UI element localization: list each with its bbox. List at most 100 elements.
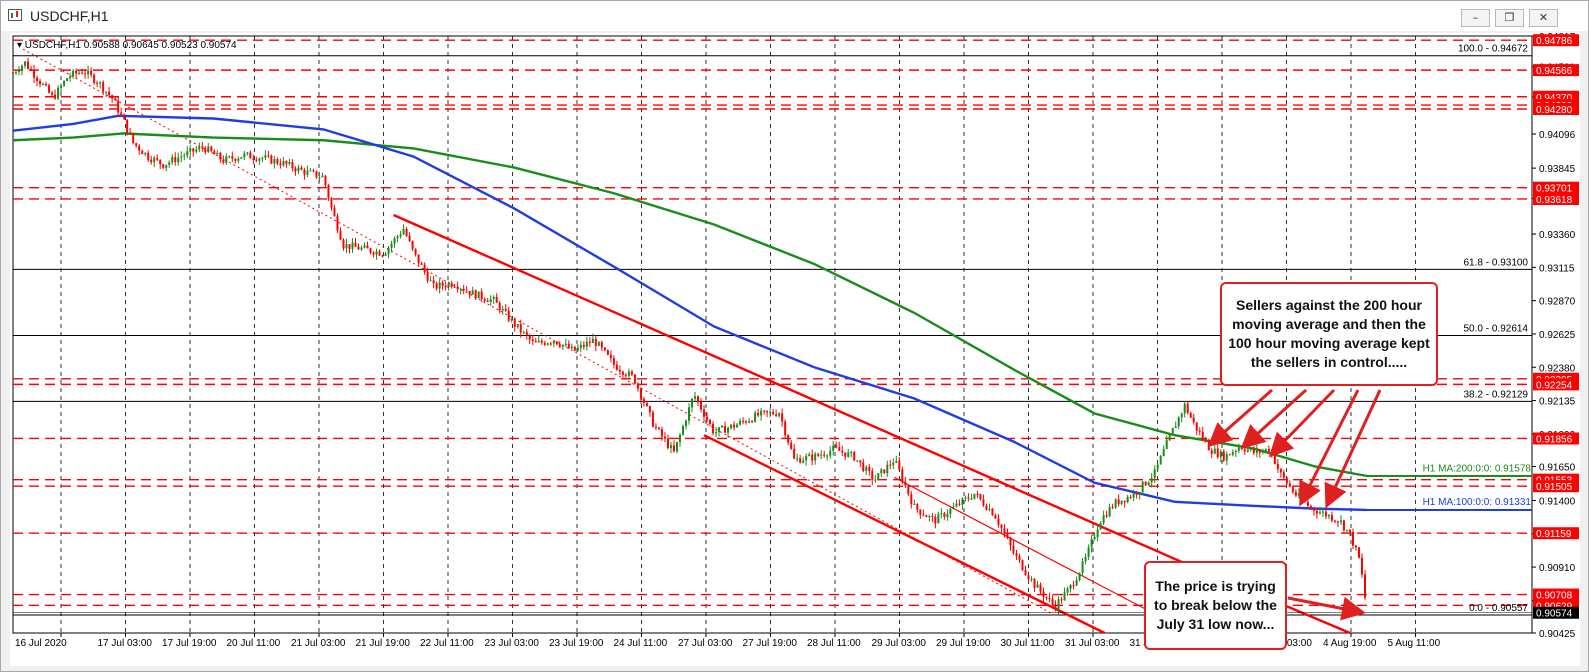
candle-body [546,343,549,345]
candle-body [775,414,778,416]
candle-body [495,296,498,303]
candle-body [621,371,624,375]
level-price-tag-label: 0.94566 [1536,66,1573,77]
candle-body [703,409,706,417]
terminal-window: USDCHF,H1 – ❐ ✕ 16 Jul 2020 17 Jul 03:00 1… [0,0,1589,672]
candle-body [1162,449,1165,457]
candle-body [108,91,111,96]
candle-body [952,506,955,509]
candle-body [237,158,240,161]
chart-ohlc-header: ▾ USDCHF,H1 0.90588 0.90645 0.90523 0.90… [17,40,237,51]
candle-body [700,401,703,410]
fibonacci-level-label: 100.0 - 0.94672 [1458,44,1528,55]
candle-body [12,72,14,74]
chart-window-icon [8,9,22,21]
candle-body [910,494,913,505]
candle-body [99,82,102,84]
candle-body [916,503,919,510]
candle-body [51,92,54,95]
candle-body [642,398,645,404]
candle-body [1294,491,1297,496]
candle-body [943,513,946,517]
price-tick-label: 0.92380 [1539,363,1576,374]
candle-body [588,341,591,344]
candle-body [255,159,258,161]
candle-body [1318,512,1321,514]
candle-body [745,421,748,423]
candle-body [940,513,943,515]
candle-body [312,170,315,172]
annotation-ma-sellers-text: Sellers against the 200 hour moving aver… [1228,297,1430,370]
date-tick-label: 4 Aug 19:00 [1323,638,1377,649]
candle-body [141,150,144,155]
candle-body [991,508,994,516]
candle-body [724,425,727,433]
candle-body [102,82,105,92]
candle-body [81,72,84,74]
candle-body [841,450,844,453]
close-button[interactable]: ✕ [1529,9,1558,27]
candle-body [675,442,678,452]
candle-body [1180,413,1183,418]
candle-body [432,280,435,284]
candle-body [1285,477,1288,484]
candle-body [564,343,567,345]
candle-body [567,343,570,349]
candle-body [561,344,564,347]
candle-body [441,282,444,286]
candle-body [18,70,21,73]
candle-body [147,152,150,160]
candle-body [555,341,558,345]
candle-body [1114,499,1117,508]
candle-body [1279,469,1282,473]
candle-body [354,242,357,247]
candle-body [802,460,805,463]
candle-body [715,432,718,434]
level-price-tag-label: 0.93618 [1536,195,1573,206]
candle-body [42,84,45,86]
restore-button[interactable]: ❐ [1495,9,1524,27]
candle-body [510,319,513,321]
candle-body [231,156,234,159]
minimize-button[interactable]: – [1461,9,1490,27]
candle-body [399,234,402,237]
candle-body [303,169,306,175]
price-tick-label: 0.94096 [1539,130,1576,141]
candle-body [1348,529,1351,532]
candle-body [1363,574,1366,598]
date-tick-label: 21 Jul 19:00 [356,638,411,649]
candle-body [21,65,24,71]
candle-body [1120,500,1123,505]
candle-body [1069,585,1072,589]
level-price-tag-label: 0.91159 [1536,529,1572,540]
candle-body [288,162,291,164]
candle-body [501,308,504,311]
date-tick-label: 23 Jul 19:00 [549,638,604,649]
date-tick-label: 29 Jul 19:00 [936,638,991,649]
candle-body [396,236,399,239]
candle-body [534,341,537,343]
candle-body [1243,449,1246,452]
candle-body [630,371,633,375]
window-titlebar[interactable]: USDCHF,H1 – ❐ ✕ [1,1,1588,31]
candle-body [934,516,937,524]
candle-body [1042,591,1045,598]
candle-body [414,248,417,255]
candle-body [808,454,811,457]
candle-body [898,461,901,470]
candle-body [648,406,651,413]
candle-body [847,452,850,457]
candle-body [315,171,318,178]
candle-body [111,95,114,99]
candle-body [874,479,877,481]
candle-body [853,451,856,461]
candle-body [624,374,627,376]
annotation-ma-sellers: Sellers against the 200 hour moving aver… [1220,282,1438,386]
candle-body [402,228,405,235]
candle-body [252,158,255,160]
candle-body [66,78,69,81]
date-tick-label: 27 Jul 19:00 [743,638,798,649]
candle-body [997,518,1000,525]
candle-body [216,152,219,155]
candle-body [835,445,838,448]
